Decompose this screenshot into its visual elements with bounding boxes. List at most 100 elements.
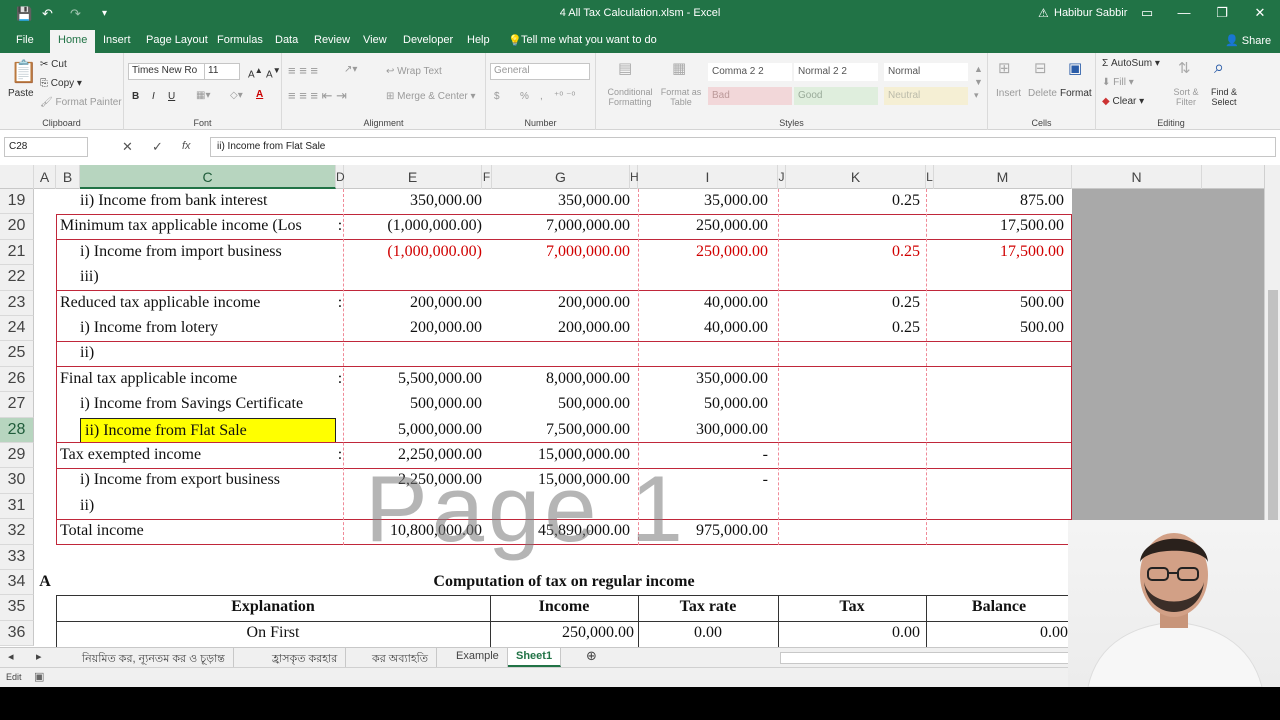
style-normal[interactable]: Normal (884, 63, 968, 81)
cell-g[interactable]: 7,000,000.00 (492, 214, 630, 239)
cell-m[interactable] (934, 265, 1064, 290)
cell-c[interactable]: ii) (80, 341, 336, 366)
insert-function-icon[interactable]: fx (182, 140, 191, 152)
tab-data[interactable]: Data (275, 34, 298, 46)
col-header-h[interactable]: H (630, 165, 639, 189)
find-select-icon[interactable]: ⌕ (1214, 57, 1224, 78)
cell-g[interactable]: 7,500,000.00 (492, 418, 630, 443)
cell-e[interactable] (344, 341, 482, 366)
row-header[interactable]: 35 (0, 595, 34, 621)
format-painter-button[interactable]: 🖌 Format Painter (40, 97, 122, 108)
copy-button[interactable]: ⎘ Copy ▾ (40, 78, 82, 89)
cell-c[interactable]: Tax exempted income (60, 443, 340, 468)
col-header-c[interactable]: C (80, 165, 336, 189)
cell-k[interactable] (786, 367, 920, 392)
bold-button[interactable]: B (132, 91, 139, 102)
cell-c[interactable]: ii) (80, 494, 336, 519)
currency-button[interactable]: $ (494, 91, 500, 102)
conditional-formatting-button[interactable]: Conditional Formatting (600, 87, 660, 107)
tab-developer[interactable]: Developer (403, 34, 453, 46)
sheet-tab-regular-tax[interactable]: নিয়মিত কর, ন্যূনতম কর ও চূড়ান্ত (74, 648, 234, 667)
row-header[interactable]: 28 (0, 417, 34, 443)
increase-font-icon[interactable]: A▲ (248, 65, 263, 80)
tab-formulas[interactable]: Formulas (217, 34, 263, 46)
cell-g[interactable]: 7,000,000.00 (492, 240, 630, 265)
delete-cells-button[interactable]: Delete (1028, 88, 1057, 99)
tab-view[interactable]: View (363, 34, 387, 46)
cell-c[interactable]: i) Income from import business (80, 240, 336, 265)
minimize-icon[interactable]: — (1174, 5, 1194, 20)
cell-m[interactable] (934, 519, 1064, 544)
cell-g[interactable]: 200,000.00 (492, 316, 630, 341)
borders-icon[interactable]: ▦▾ (196, 90, 210, 101)
fill-button[interactable]: ⬇ Fill ▾ (1102, 77, 1134, 88)
format-as-table-icon[interactable]: ▦ (672, 59, 686, 77)
cell-m[interactable] (934, 341, 1064, 366)
cell-c[interactable]: i) Income from export business (80, 468, 336, 493)
cell-m[interactable] (934, 392, 1064, 417)
cut-button[interactable]: ✂ Cut (40, 59, 67, 70)
sort-filter-button[interactable]: Sort & Filter (1168, 87, 1204, 107)
insert-cells-icon[interactable]: ⊞ (998, 59, 1011, 77)
cell-m[interactable]: 17,500.00 (934, 240, 1064, 265)
cell-k[interactable]: 0.25 (786, 240, 920, 265)
cell-i[interactable]: 250,000.00 (638, 240, 768, 265)
cell-k[interactable] (786, 545, 920, 570)
sheet-tab-tax-exemption[interactable]: কর অব্যাহতি (364, 648, 438, 667)
cell-e[interactable]: 200,000.00 (344, 291, 482, 316)
cell-k[interactable]: 0.25 (786, 291, 920, 316)
select-all-corner[interactable] (0, 165, 34, 189)
col-header-b[interactable]: B (56, 165, 80, 189)
row-header[interactable]: 27 (0, 392, 34, 418)
cell-k[interactable] (786, 214, 920, 239)
cell-m[interactable] (934, 468, 1064, 493)
tab-review[interactable]: Review (314, 34, 350, 46)
row-header[interactable]: 21 (0, 239, 34, 266)
col-header-m[interactable]: M (934, 165, 1072, 189)
italic-button[interactable]: I (152, 91, 155, 102)
macro-record-icon[interactable]: ▣ (34, 670, 44, 683)
conditional-formatting-icon[interactable]: ▤ (618, 59, 632, 77)
tab-help[interactable]: Help (467, 34, 490, 46)
wrap-text-button[interactable]: ↩ Wrap Text (386, 66, 442, 77)
cell-e[interactable]: 350,000.00 (344, 189, 482, 214)
paste-icon[interactable]: 📋 (10, 59, 37, 85)
autosum-button[interactable]: Σ AutoSum ▾ (1102, 58, 1160, 69)
user-name[interactable]: Habibur Sabbir (1054, 7, 1127, 19)
row-header[interactable]: 32 (0, 519, 34, 545)
paste-button[interactable]: Paste (8, 88, 34, 99)
horizontal-scrollbar[interactable] (780, 652, 1070, 664)
find-select-button[interactable]: Find & Select (1204, 87, 1244, 107)
cell-m[interactable] (934, 545, 1064, 570)
cell-g[interactable] (492, 265, 630, 290)
add-sheet-icon[interactable]: ⊕ (578, 648, 605, 667)
cell-g[interactable]: 350,000.00 (492, 189, 630, 214)
cell-c[interactable] (80, 545, 336, 570)
col-header-a[interactable]: A (34, 165, 56, 189)
col-header-g[interactable]: G (492, 165, 630, 189)
row-header[interactable]: 26 (0, 366, 34, 393)
cell-e[interactable]: (1,000,000.00) (344, 240, 482, 265)
row-header[interactable]: 22 (0, 265, 34, 291)
percent-button[interactable]: % (520, 91, 529, 102)
format-cells-icon[interactable]: ▣ (1068, 59, 1082, 77)
cell-c[interactable]: Minimum tax applicable income (Los (60, 214, 340, 239)
tab-file[interactable]: File (16, 34, 34, 46)
cell-c[interactable]: i) Income from Savings Certificate (80, 392, 336, 417)
col-header-d[interactable]: D (336, 165, 345, 189)
delete-cells-icon[interactable]: ⊟ (1034, 59, 1047, 77)
row-header[interactable]: 29 (0, 443, 34, 469)
cell-c[interactable]: ii) Income from bank interest (80, 189, 336, 214)
cell-g[interactable]: 8,000,000.00 (492, 367, 630, 392)
restore-icon[interactable]: ❐ (1212, 5, 1232, 21)
cell-m[interactable] (934, 367, 1064, 392)
cell-c[interactable]: Total income (60, 519, 340, 544)
cell-c[interactable]: Reduced tax applicable income (60, 291, 340, 316)
enter-icon[interactable]: ✓ (152, 139, 163, 155)
col-header-e[interactable]: E (344, 165, 482, 189)
cell-k[interactable] (786, 341, 920, 366)
cell-i[interactable]: 350,000.00 (638, 367, 768, 392)
cell-k[interactable] (786, 265, 920, 290)
cell-i[interactable]: 50,000.00 (638, 392, 768, 417)
style-bad[interactable]: Bad (708, 87, 792, 105)
